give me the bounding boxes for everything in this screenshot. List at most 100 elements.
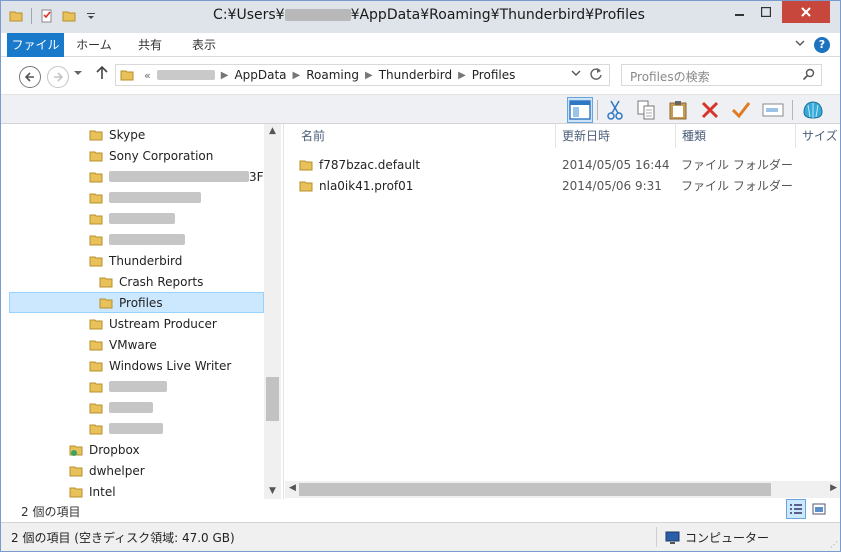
- tree-item-intel[interactable]: Intel: [69, 481, 116, 499]
- tab-share[interactable]: 共有: [125, 33, 175, 57]
- preview-pane-button[interactable]: [567, 97, 593, 123]
- file-row[interactable]: nla0ik41.prof01 2014/05/06 9:31 ファイル フォル…: [299, 176, 819, 196]
- scroll-right-icon[interactable]: ▶: [830, 483, 837, 493]
- tab-home[interactable]: ホーム: [67, 33, 121, 57]
- chevron-right-icon[interactable]: ▶: [458, 70, 466, 81]
- file-name: f787bzac.default: [319, 158, 421, 172]
- folder-icon: [99, 296, 113, 310]
- toolbar-separator: [597, 100, 598, 120]
- tree-item-redacted[interactable]: [89, 397, 153, 418]
- tree-item-ustream[interactable]: Ustream Producer: [89, 313, 217, 334]
- folder-icon: [89, 149, 103, 163]
- breadcrumb-thunderbird[interactable]: Thunderbird: [379, 68, 452, 82]
- scroll-up-icon[interactable]: ▲: [264, 126, 281, 136]
- file-list-pane[interactable]: ^ 名前 更新日時 種類 サイズ f787bzac.default 2014/0…: [285, 124, 840, 499]
- tree-scrollbar[interactable]: ▲ ▼: [264, 124, 281, 499]
- ribbon-tabs: ファイル ホーム 共有 表示 ?: [1, 33, 840, 57]
- view-switcher: [786, 499, 829, 519]
- arrow-up-icon: [96, 65, 108, 79]
- details-view-button[interactable]: [786, 499, 806, 519]
- file-type: ファイル フォルダー: [681, 179, 793, 193]
- cut-button[interactable]: [602, 97, 628, 123]
- copy-icon: [637, 100, 655, 120]
- chevron-right-icon[interactable]: ▶: [293, 70, 301, 81]
- computer-icon: [665, 531, 681, 545]
- folder-icon: [89, 359, 103, 373]
- tree-item-crash-reports[interactable]: Crash Reports: [99, 271, 203, 292]
- forward-button[interactable]: [47, 66, 69, 88]
- tree-item-label: Windows Live Writer: [109, 358, 232, 373]
- chevron-right-icon[interactable]: ▶: [365, 70, 373, 81]
- status-text: 2 個の項目 (空きディスク領域: 47.0 GB): [11, 531, 235, 545]
- back-button[interactable]: [19, 66, 41, 88]
- column-header-name[interactable]: 名前: [295, 124, 555, 148]
- help-button[interactable]: ?: [814, 37, 830, 53]
- tree-item-redacted[interactable]: [89, 208, 175, 229]
- tree-item-dwhelper[interactable]: dwhelper: [69, 460, 145, 481]
- delete-button[interactable]: [697, 97, 723, 123]
- folder-icon: [89, 254, 103, 268]
- search-icon[interactable]: [802, 68, 815, 84]
- tree-item-redacted[interactable]: [89, 187, 201, 208]
- shell-button[interactable]: [800, 97, 826, 123]
- properties-icon[interactable]: [38, 7, 56, 25]
- close-icon: [801, 7, 811, 17]
- folder-icon: [69, 485, 83, 499]
- folder-icon: [299, 158, 313, 172]
- paste-button[interactable]: [665, 97, 691, 123]
- command-toolbar: [1, 94, 840, 124]
- redacted-label: [109, 192, 201, 203]
- tree-item-redacted[interactable]: [89, 418, 163, 439]
- tree-item-windows-live-writer[interactable]: Windows Live Writer: [89, 355, 231, 376]
- navigation-pane[interactable]: Skype Sony Corporation 3F( Thunderbird C…: [1, 124, 284, 499]
- file-row[interactable]: f787bzac.default 2014/05/05 16:44 ファイル フ…: [299, 155, 819, 175]
- minimize-button[interactable]: [727, 1, 753, 23]
- tree-item-redacted[interactable]: [89, 376, 167, 397]
- tree-item-thunderbird[interactable]: Thunderbird: [89, 250, 182, 271]
- qat-dropdown-icon[interactable]: [82, 7, 100, 25]
- search-input[interactable]: Profilesの検索: [621, 64, 822, 86]
- chevron-right-icon[interactable]: ▶: [221, 70, 229, 81]
- scrollbar-thumb[interactable]: [266, 377, 279, 421]
- tree-item-skype[interactable]: Skype: [89, 124, 145, 145]
- large-icons-view-button[interactable]: [809, 499, 829, 519]
- tree-item-redacted[interactable]: 3F(: [89, 166, 268, 187]
- rename-button[interactable]: [760, 97, 786, 123]
- close-button[interactable]: [782, 1, 830, 23]
- tree-item-profiles[interactable]: Profiles: [9, 292, 264, 313]
- maximize-button[interactable]: [753, 1, 779, 23]
- horizontal-scrollbar[interactable]: ◀ ▶: [285, 481, 840, 498]
- column-header-size[interactable]: サイズ: [796, 124, 840, 148]
- checkmark-button[interactable]: [728, 97, 754, 123]
- scroll-down-icon[interactable]: ▼: [264, 486, 281, 496]
- resize-grip-icon[interactable]: ⋰: [830, 540, 838, 549]
- recent-locations-chevron-icon[interactable]: [74, 69, 82, 80]
- refresh-icon[interactable]: [589, 67, 603, 85]
- breadcrumb-appdata[interactable]: AppData: [234, 68, 286, 82]
- tab-file[interactable]: ファイル: [7, 33, 64, 57]
- copy-button[interactable]: [633, 97, 659, 123]
- up-button[interactable]: [96, 65, 108, 84]
- new-folder-icon[interactable]: [60, 7, 78, 25]
- redacted-label: [109, 171, 249, 182]
- column-header-modified[interactable]: 更新日時: [556, 124, 674, 148]
- address-bar[interactable]: « ▶ AppData ▶ Roaming ▶ Thunderbird ▶ Pr…: [115, 64, 610, 86]
- breadcrumb-profiles[interactable]: Profiles: [472, 68, 516, 82]
- tab-view[interactable]: 表示: [181, 33, 227, 57]
- column-header-type[interactable]: 種類: [676, 124, 794, 148]
- scrollbar-thumb[interactable]: [299, 483, 771, 496]
- tree-item-redacted[interactable]: [89, 229, 185, 250]
- tree-item-dropbox[interactable]: Dropbox: [69, 439, 140, 460]
- breadcrumb-roaming[interactable]: Roaming: [306, 68, 359, 82]
- qat-separator: [31, 8, 32, 24]
- redacted-label: [109, 402, 153, 413]
- breadcrumb-overflow[interactable]: «: [144, 69, 151, 82]
- folder-icon: [89, 317, 103, 331]
- tree-item-sony[interactable]: Sony Corporation: [89, 145, 213, 166]
- ribbon-expand-chevron-icon[interactable]: [793, 38, 807, 52]
- quick-access-toolbar: [7, 7, 100, 25]
- scroll-left-icon[interactable]: ◀: [289, 483, 296, 493]
- address-dropdown-icon[interactable]: [571, 68, 581, 81]
- tree-item-vmware[interactable]: VMware: [89, 334, 157, 355]
- folder-icon[interactable]: [7, 7, 25, 25]
